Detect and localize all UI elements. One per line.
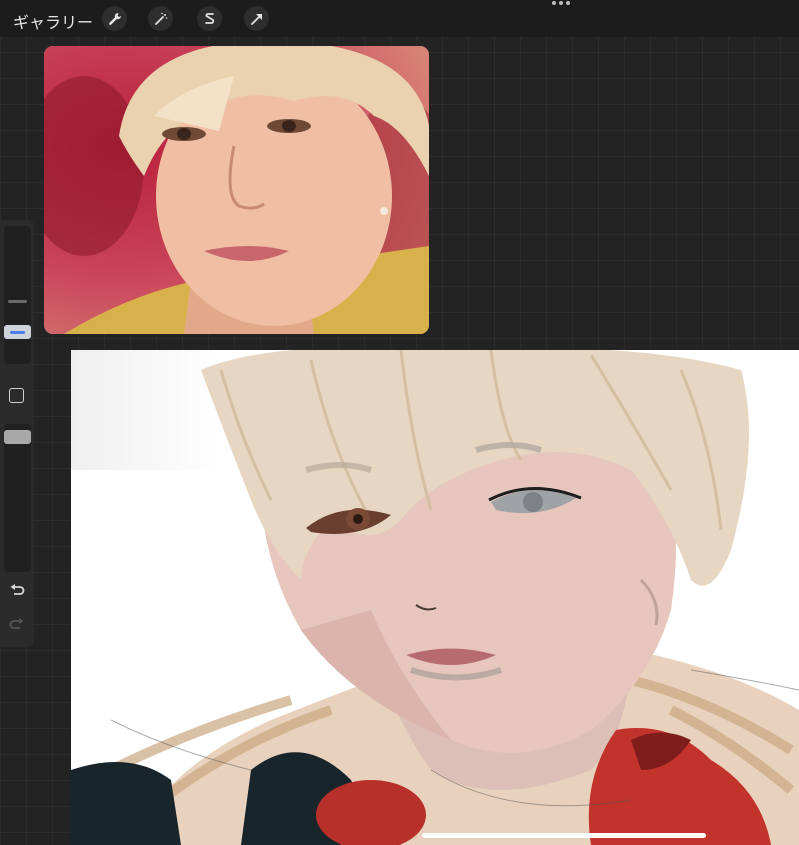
brush-size-slider[interactable] [4,226,31,364]
actions-button[interactable] [102,6,127,31]
top-toolbar: ギャラリー [0,0,799,37]
canvas-painting [71,350,799,845]
redo-icon[interactable] [9,618,25,632]
gallery-button[interactable]: ギャラリー [13,9,93,33]
selection-s-icon [204,12,214,24]
brush-size-mark [8,300,27,303]
reference-photo [44,46,429,334]
opacity-slider[interactable] [4,424,31,572]
transform-button[interactable] [244,6,269,31]
transform-arrow-icon [250,13,262,25]
brush-size-thumb[interactable] [4,325,31,339]
more-dots-icon[interactable] [552,1,570,5]
square-modify-icon[interactable] [9,388,24,403]
drawing-canvas[interactable] [71,350,799,845]
undo-icon[interactable] [9,584,25,598]
adjustments-button[interactable] [148,6,173,31]
home-indicator[interactable] [422,833,706,838]
reference-window[interactable] [44,46,429,334]
left-sidebar [0,220,34,647]
selection-button[interactable] [197,6,222,31]
opacity-thumb[interactable] [4,430,31,444]
magic-wand-icon [154,12,167,25]
wrench-icon [108,12,121,25]
